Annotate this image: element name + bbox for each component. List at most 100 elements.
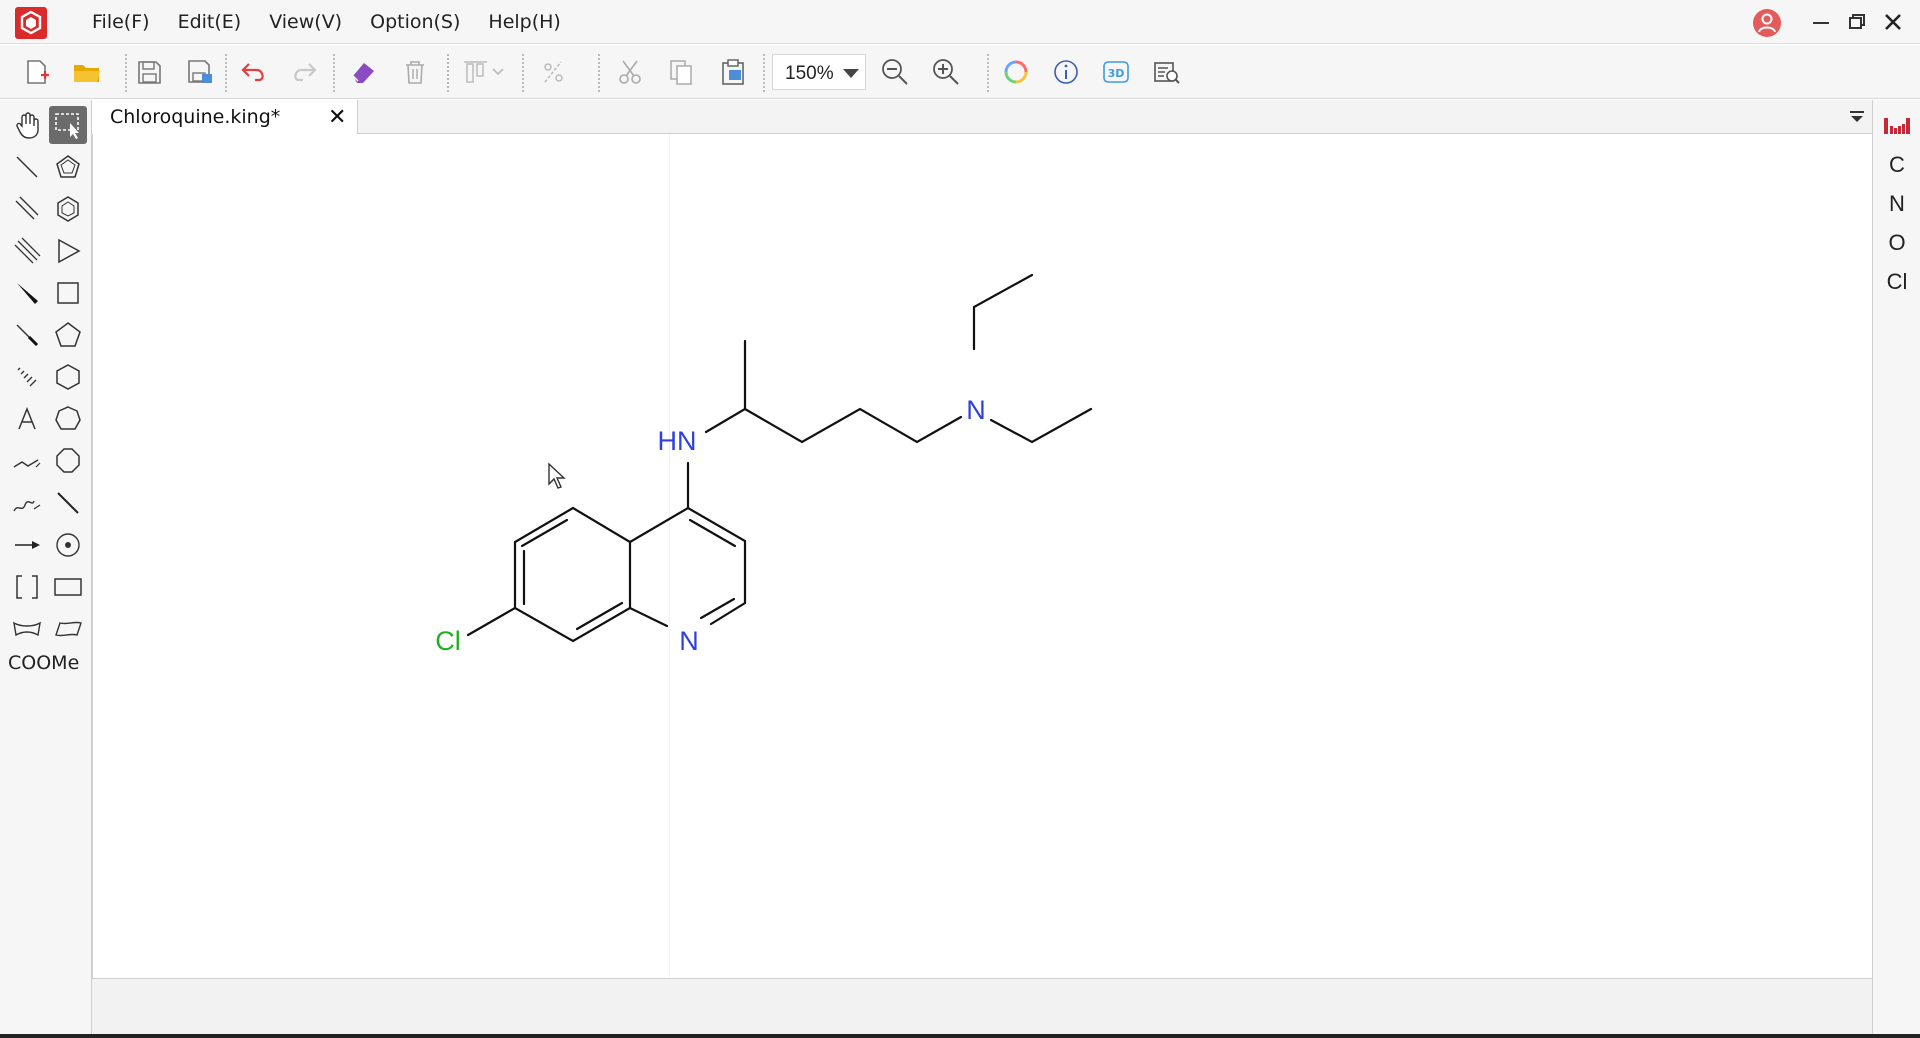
bold-bond-icon — [16, 324, 39, 347]
info-button[interactable] — [1049, 55, 1083, 89]
square-ring-icon — [57, 282, 79, 304]
arrow-tool[interactable] — [8, 526, 46, 564]
close-window-button[interactable] — [1877, 6, 1909, 38]
menu-help[interactable]: Help(H) — [474, 11, 574, 33]
element-oxygen-button[interactable]: O — [1873, 230, 1920, 256]
view-3d-button[interactable]: 3D — [1099, 55, 1133, 89]
triangle-tool[interactable] — [49, 232, 87, 270]
banner-tool[interactable] — [8, 610, 46, 648]
chain-tool[interactable] — [8, 442, 46, 480]
tab-close-icon[interactable]: ✕ — [328, 104, 346, 130]
restore-icon — [1849, 14, 1865, 29]
minimize-button[interactable] — [1805, 6, 1837, 38]
redo-button[interactable] — [287, 55, 321, 89]
color-wheel-icon — [1004, 60, 1028, 84]
heptagon-tool[interactable] — [49, 400, 87, 438]
single-bond-tool[interactable] — [8, 148, 46, 186]
user-account-icon[interactable] — [1752, 8, 1782, 38]
selection-icon — [55, 113, 79, 139]
parallelogram-tool[interactable] — [49, 610, 87, 648]
drawing-tool-palette: COOMe — [0, 100, 92, 1038]
search-structure-button[interactable] — [1150, 55, 1184, 89]
toolbar: 150% 3D — [0, 45, 1920, 99]
bond — [972, 273, 1034, 351]
orbital-tool[interactable] — [49, 526, 87, 564]
freehand-tool[interactable] — [8, 484, 46, 522]
double-bond-tool[interactable] — [8, 190, 46, 228]
paste-icon — [722, 59, 744, 85]
zoom-in-button[interactable] — [929, 55, 963, 89]
line-icon — [57, 492, 79, 514]
bracket-icon — [16, 575, 38, 599]
menu-option[interactable]: Option(S) — [356, 11, 474, 33]
new-file-button[interactable] — [19, 55, 53, 89]
menu-view[interactable]: View(V) — [255, 11, 356, 33]
heptagon-icon — [55, 406, 81, 430]
select-tool-button[interactable] — [49, 106, 87, 144]
rectangle-tool[interactable] — [49, 568, 87, 606]
menu-edit[interactable]: Edit(E) — [164, 11, 256, 33]
text-tool[interactable] — [8, 400, 46, 438]
bond — [989, 407, 1093, 444]
folder-open-icon — [74, 65, 100, 82]
line-tool[interactable] — [49, 484, 87, 522]
copy-button[interactable] — [664, 55, 698, 89]
save-as-button[interactable] — [183, 55, 217, 89]
zoom-in-icon — [933, 59, 959, 85]
cut-button[interactable] — [613, 55, 647, 89]
triple-bond-tool[interactable] — [8, 232, 46, 270]
tab-list-menu-icon[interactable] — [1848, 108, 1866, 126]
close-icon — [1885, 14, 1901, 30]
document-tab[interactable]: Chloroquine.king* ✕ — [92, 100, 358, 134]
double-bond-icon — [15, 196, 39, 220]
single-bond-icon — [16, 156, 38, 178]
eraser-button[interactable] — [346, 55, 380, 89]
text-a-icon — [18, 406, 36, 430]
undo-button[interactable] — [237, 55, 271, 89]
element-carbon-button[interactable]: C — [1873, 152, 1920, 178]
pentagon-ring-icon — [56, 155, 80, 178]
drawing-canvas[interactable]: HN N N Cl — [92, 134, 1872, 978]
periodic-table-icon[interactable] — [1883, 114, 1911, 136]
triangle-icon — [58, 238, 81, 264]
wavy-bond-icon — [13, 500, 41, 512]
hexagon-tool[interactable] — [49, 358, 87, 396]
pentagon-icon — [55, 322, 81, 347]
zoom-out-icon — [882, 59, 908, 85]
chloroquine-structure[interactable]: HN N N Cl — [93, 134, 1873, 978]
bond — [520, 518, 624, 631]
search-document-icon — [1154, 62, 1180, 84]
zoom-select[interactable]: 150% — [772, 54, 866, 90]
menu-bar: File(F) Edit(E) View(V) Option(S) Help(H… — [78, 0, 575, 44]
bracket-tool[interactable] — [8, 568, 46, 606]
hashed-wedge-tool[interactable] — [8, 358, 46, 396]
open-file-button[interactable] — [70, 55, 104, 89]
minimize-icon — [1813, 22, 1829, 24]
menu-file[interactable]: File(F) — [78, 11, 164, 33]
paste-button[interactable] — [716, 55, 750, 89]
delete-button[interactable] — [398, 55, 432, 89]
wedge-bond-tool[interactable] — [8, 274, 46, 312]
arrow-right-icon — [15, 541, 40, 549]
cyclopentane-tool[interactable] — [49, 148, 87, 186]
octagon-tool[interactable] — [49, 442, 87, 480]
align-dropdown-button[interactable] — [460, 55, 510, 89]
3d-icon: 3D — [1103, 61, 1129, 83]
bold-bond-tool[interactable] — [8, 316, 46, 354]
bond — [466, 606, 517, 637]
trash-icon — [406, 61, 424, 84]
save-button[interactable] — [132, 55, 166, 89]
zoom-out-button[interactable] — [878, 55, 912, 89]
element-nitrogen-button[interactable]: N — [1873, 191, 1920, 217]
coome-group-button[interactable]: COOMe — [8, 652, 79, 674]
pentagon-tool[interactable] — [49, 316, 87, 354]
square-ring-tool[interactable] — [49, 274, 87, 312]
cyclohexane-tool[interactable] — [49, 190, 87, 228]
redo-icon — [294, 63, 317, 82]
color-button[interactable] — [999, 55, 1033, 89]
hand-tool-button[interactable] — [8, 106, 46, 144]
symmetry-button[interactable] — [536, 55, 570, 89]
restore-button[interactable] — [1841, 6, 1873, 38]
info-icon — [1054, 60, 1078, 84]
element-chlorine-button[interactable]: Cl — [1873, 269, 1920, 295]
